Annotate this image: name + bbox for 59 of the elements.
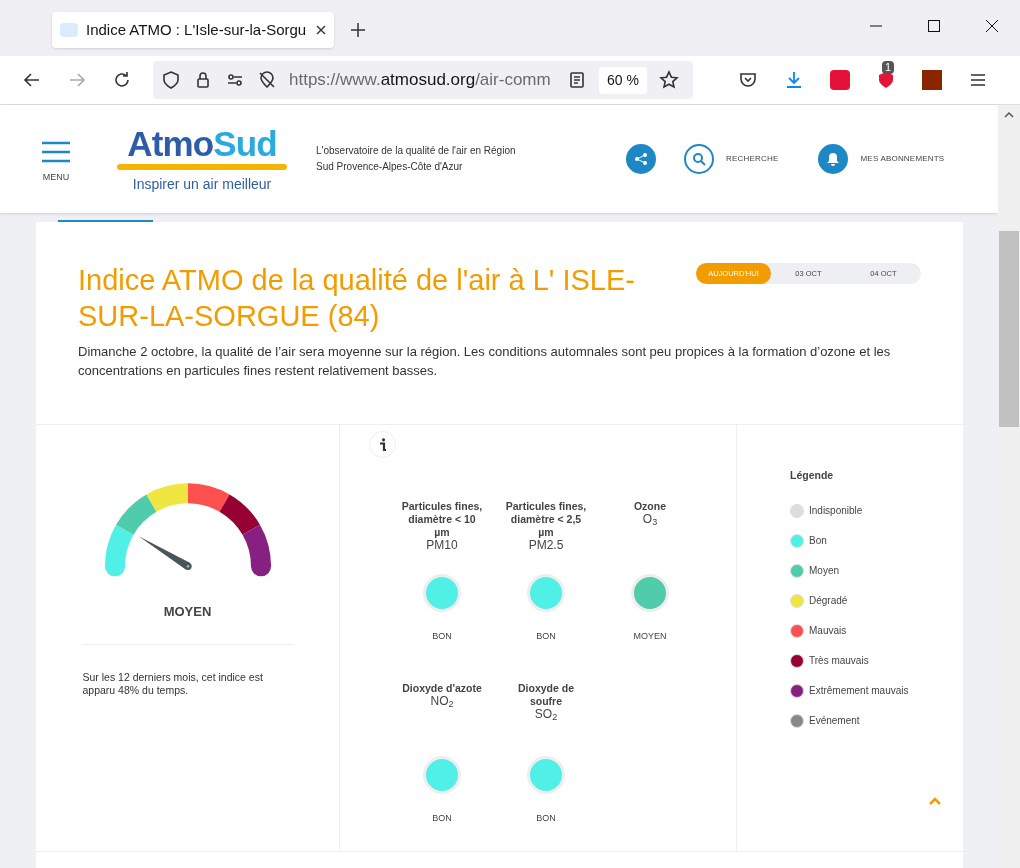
status-label: BON [432,630,452,643]
gauge-label: MOYEN [163,603,212,621]
status-label: BON [536,630,556,643]
zoom-level[interactable]: 60 % [599,66,647,94]
legend-label: Mauvais [809,624,847,639]
legend-label: Très mauvais [809,654,869,669]
maximize-icon[interactable] [928,20,940,32]
scrollbar-thumb[interactable] [999,231,1019,427]
share-icon [634,152,648,166]
tracking-off-icon[interactable] [257,70,277,90]
logo[interactable]: AtmoSud Inspirer un air meilleur [112,123,292,195]
status-label: MOYEN [633,630,667,643]
legend-label: Indisponible [809,504,863,519]
browser-tab[interactable]: Indice ATMO : L'Isle-sur-la-Sorgu [52,12,334,48]
notification-badge: 1 [882,61,895,74]
reload-icon[interactable] [112,70,132,90]
pollutant-name: Dioxyde de soufre [517,681,575,708]
page-title: Indice ATMO de la qualité de l'air à L' ISLE-SUR-LA-SORGUE (84) [78,263,636,334]
close-icon[interactable] [316,25,326,35]
new-tab-icon[interactable] [350,22,366,38]
legend-label: Bon [809,534,827,549]
legend-label: Moyen [809,564,839,579]
pollutant-name: Dioxyde d'azote [401,681,483,695]
pollutant-formula: NO$_{2}$ [430,694,454,708]
pollutant-name: Particules fines, diamètre < 2,5 µm [504,500,588,539]
pocket-icon[interactable] [738,70,758,90]
legend-label: Evénement [809,714,860,729]
extension-icon[interactable] [830,70,850,90]
address-bar[interactable]: https://www.atmosud.org/air-comm 60 % [153,61,693,99]
share-button[interactable] [626,144,656,174]
legend-label: Dégradé [809,594,848,609]
pollutant-name: Particules fines, diamètre < 10 µm [400,500,484,539]
bookmark-star-icon[interactable] [658,70,679,90]
summary-text: Dimanche 2 octobre, la qualité de l’air sera moyenne sur la région. Les conditions automnales sont peu propices à la formation d’ozone et les concentrations en particules fines restent relativement basses. [78,343,892,380]
pollutant-formula: PM10 [426,539,458,552]
pollutant-formula: SO$_{2}$ [534,707,558,721]
search-icon [692,152,706,166]
tab-title: Indice ATMO : L'Isle-sur-la-Sorgu [86,19,308,40]
legend-title: Légende [790,468,835,483]
search-button[interactable]: RECHERCHE [684,144,779,174]
frequency-note: Sur les 12 derniers mois, cet indice est apparu 48% du temps. [82,670,264,697]
info-icon [378,437,387,452]
reader-view-icon[interactable] [567,70,587,90]
status-label: BON [432,811,452,825]
shield-icon[interactable] [161,70,181,90]
site-description: L'observatoire de la qualité de l'air en Région Sud Provence-Alpes-Côte d'Azur [316,144,516,174]
pollutant-formula: O$_{3}$ [642,513,658,526]
legend-label: Extrêmement mauvais [809,684,909,699]
download-icon[interactable] [784,70,804,90]
bell-icon [826,152,841,166]
pollutant-name: Ozone [632,500,668,513]
pollutant-formula: PM2.5 [528,539,564,552]
close-icon[interactable] [986,20,998,32]
status-label: BON [536,811,556,825]
url-text: https://www.atmosud.org/air-comm [289,69,552,92]
menu-icon[interactable] [42,141,70,164]
shield-extension-icon[interactable] [876,70,896,90]
menu-label: MENU [42,171,70,185]
subscriptions-button[interactable]: MES ABONNEMENTS [818,144,945,174]
